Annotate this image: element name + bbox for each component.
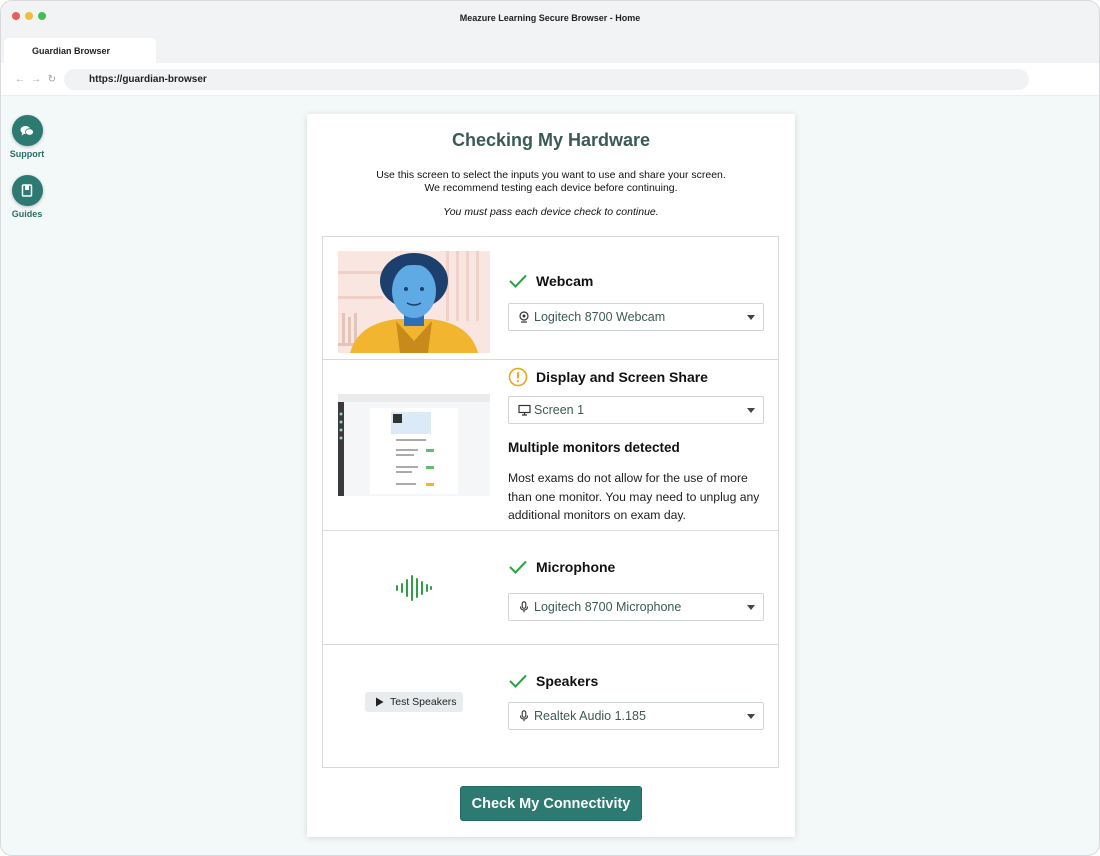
webcam-selected-value: Logitech 8700 Webcam	[534, 310, 666, 324]
microphone-status: Microphone	[508, 559, 615, 575]
test-speakers-label: Test Speakers	[390, 696, 457, 708]
monitor-icon	[517, 403, 531, 417]
chat-bubbles-icon	[11, 115, 43, 146]
device-checks-panel: Webcam Logitech 8700 Webcam Display and …	[322, 236, 779, 768]
display-row: Display and Screen Share Screen 1 Multip…	[323, 360, 778, 531]
speakers-label: Speakers	[536, 673, 599, 689]
multiple-monitors-warning-title: Multiple monitors detected	[508, 440, 680, 455]
microphone-selected-value: Logitech 8700 Microphone	[534, 600, 682, 614]
tab-bar: Guardian Browser	[1, 35, 1099, 63]
window-controls	[12, 12, 46, 20]
warning-icon	[508, 367, 528, 387]
screen-select[interactable]: Screen 1	[508, 396, 764, 424]
support-label: Support	[9, 149, 45, 159]
check-my-connectivity-button[interactable]: Check My Connectivity	[460, 786, 642, 821]
chevron-down-icon	[747, 714, 755, 719]
display-status: Display and Screen Share	[508, 367, 708, 387]
intro-line-2: We recommend testing each device before …	[424, 182, 678, 194]
intro-text: Use this screen to select the inputs you…	[307, 169, 795, 195]
microphone-icon	[517, 709, 531, 723]
check-icon	[509, 560, 527, 574]
page-title: Checking My Hardware	[451, 130, 651, 150]
url-field[interactable]: https://guardian-browser	[64, 69, 1029, 90]
reload-icon[interactable]: ↻	[47, 74, 57, 85]
microphone-row: Microphone Logitech 8700 Microphone	[323, 531, 778, 645]
guides-label: Guides	[11, 209, 43, 219]
close-window-button[interactable]	[12, 12, 20, 20]
screen-share-preview	[338, 394, 490, 496]
back-arrow-icon[interactable]: ←	[15, 74, 25, 85]
play-icon	[376, 697, 384, 707]
display-label: Display and Screen Share	[536, 369, 708, 385]
audio-waveform-icon	[396, 575, 432, 601]
forward-arrow-icon[interactable]: →	[31, 74, 41, 85]
intro-line-1: Use this screen to select the inputs you…	[376, 169, 726, 181]
speakers-selected-value: Realtek Audio 1.185	[534, 709, 646, 723]
browser-window: Meazure Learning Secure Browser - Home G…	[0, 0, 1100, 856]
microphone-icon	[517, 600, 531, 614]
speakers-status: Speakers	[508, 673, 598, 689]
chevron-down-icon	[747, 408, 755, 413]
speakers-row: Test Speakers Speakers Realtek Audio 1.1…	[323, 645, 778, 767]
navigation-buttons: ← → ↻	[15, 74, 57, 85]
title-bar: Meazure Learning Secure Browser - Home	[1, 1, 1099, 35]
window-title: Meazure Learning Secure Browser - Home	[459, 13, 641, 23]
hardware-check-card: Checking My Hardware Use this screen to …	[307, 114, 795, 837]
support-button[interactable]: Support	[2, 115, 52, 159]
requirement-notice: You must pass each device check to conti…	[443, 206, 659, 218]
screen-selected-value: Screen 1	[534, 403, 585, 417]
guides-button[interactable]: Guides	[2, 175, 52, 219]
check-icon	[509, 274, 527, 288]
check-icon	[509, 674, 527, 688]
webcam-label: Webcam	[536, 273, 594, 289]
tab-guardian-browser[interactable]: Guardian Browser	[4, 38, 156, 63]
test-speakers-button[interactable]: Test Speakers	[365, 692, 463, 712]
webcam-icon	[517, 310, 531, 324]
chevron-down-icon	[747, 315, 755, 320]
chevron-down-icon	[747, 605, 755, 610]
webcam-status: Webcam	[508, 273, 593, 289]
multiple-monitors-warning-text: Most exams do not allow for the use of m…	[508, 471, 760, 522]
microphone-select[interactable]: Logitech 8700 Microphone	[508, 593, 764, 621]
address-bar: ← → ↻ https://guardian-browser	[1, 63, 1099, 96]
webcam-row: Webcam Logitech 8700 Webcam	[323, 237, 778, 360]
speakers-select[interactable]: Realtek Audio 1.185	[508, 702, 764, 730]
microphone-label: Microphone	[536, 559, 616, 575]
maximize-window-button[interactable]	[38, 12, 46, 20]
minimize-window-button[interactable]	[25, 12, 33, 20]
webcam-preview-illustration	[338, 251, 490, 353]
book-icon	[11, 175, 43, 206]
webcam-select[interactable]: Logitech 8700 Webcam	[508, 303, 764, 331]
